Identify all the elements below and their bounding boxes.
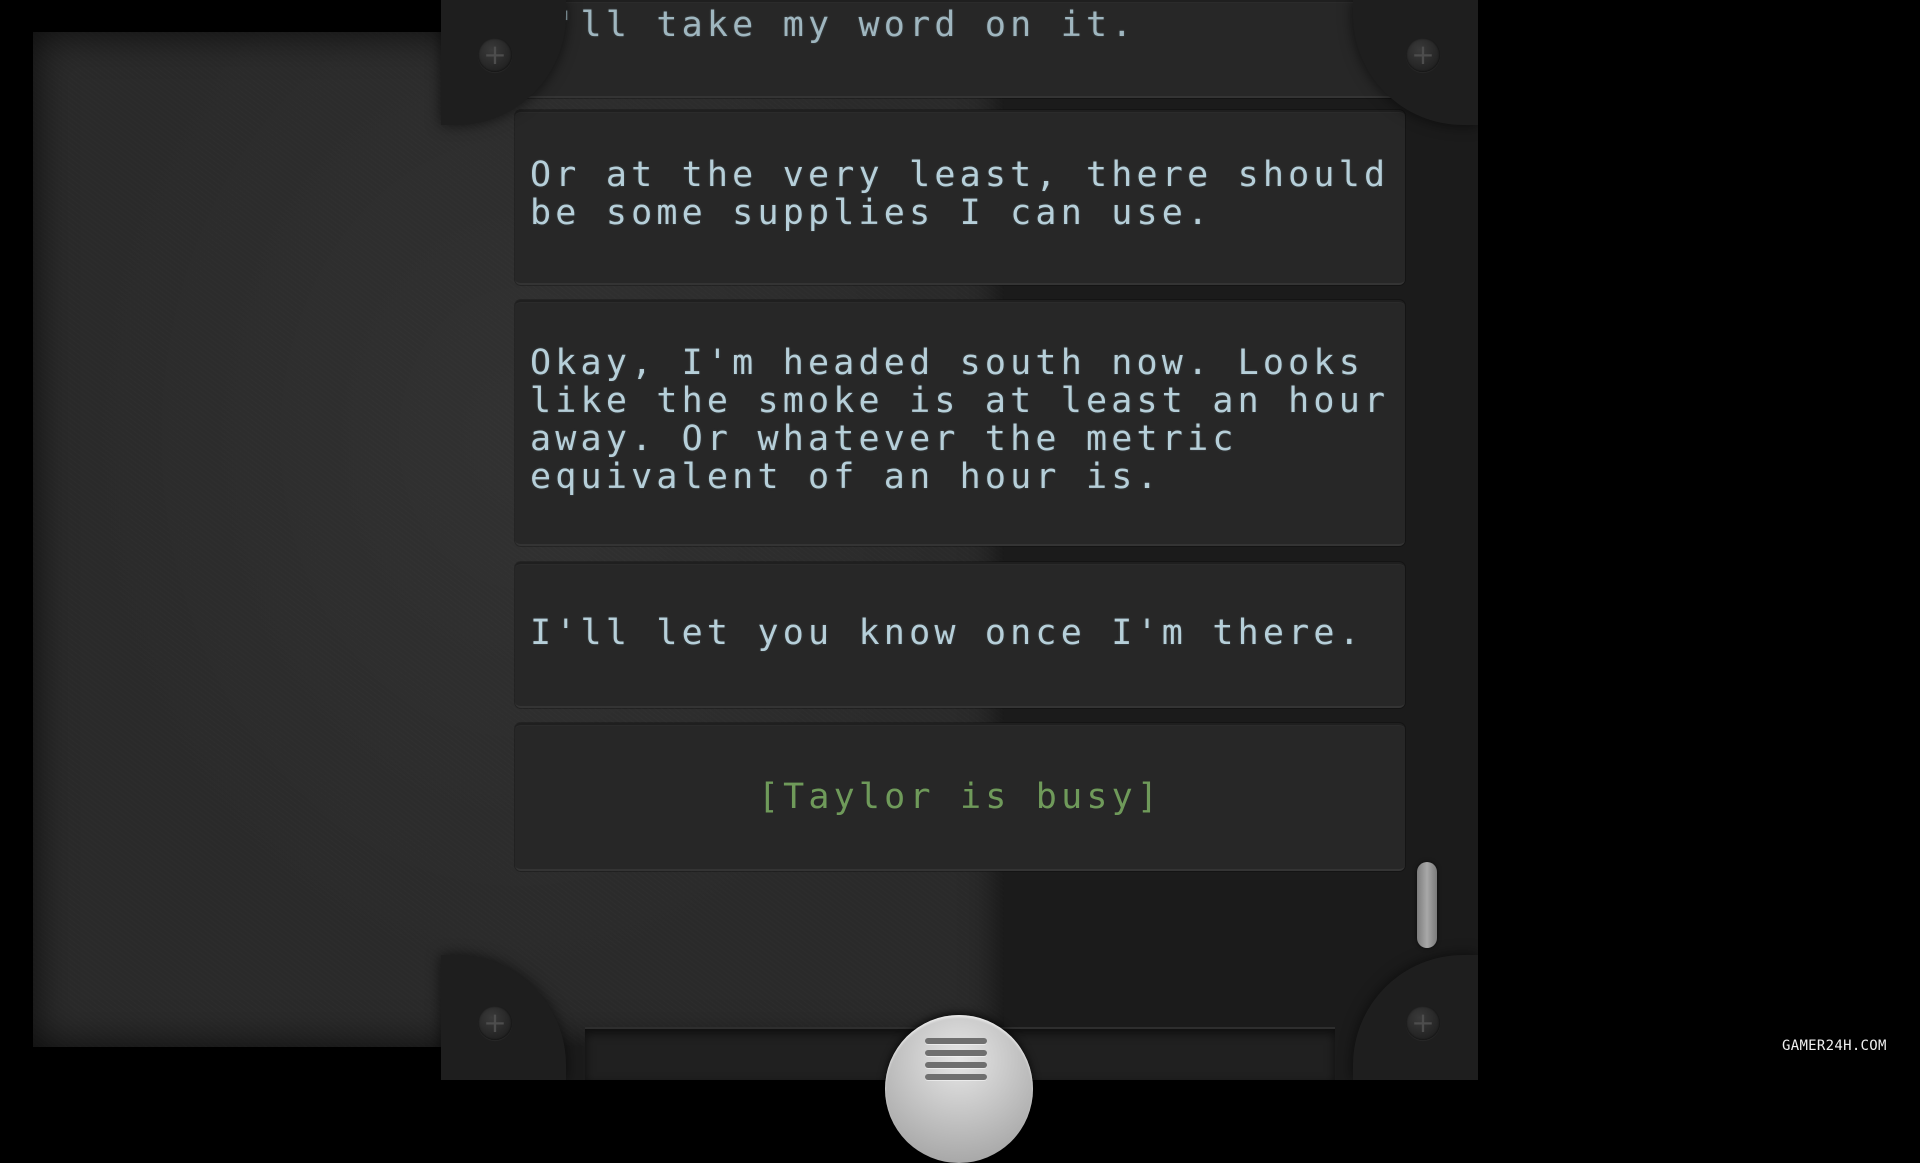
menu-icon-line [925,1050,987,1056]
message-text: I'll let you know once I'm there. [530,613,1364,653]
screw-icon: + [1406,1006,1440,1040]
menu-icon-line [925,1038,987,1044]
hamburger-icon[interactable] [925,1036,991,1080]
screw-icon: + [478,1006,512,1040]
screw-icon: + [478,38,512,72]
menu-icon-line [925,1074,987,1080]
scrollbar-thumb[interactable] [1417,862,1437,948]
message-text: Or at the very least, there should be so… [530,155,1390,233]
menu-icon-line [925,1062,987,1068]
watermark: GAMER24H.COM [1782,1038,1887,1054]
status-message: [Taylor is busy] [757,777,1163,817]
message-text: Okay, I'm headed south now. Looks like t… [530,343,1390,497]
screw-icon: + [1406,38,1440,72]
message-text-partial: I'll take my word on it. [530,5,1137,45]
